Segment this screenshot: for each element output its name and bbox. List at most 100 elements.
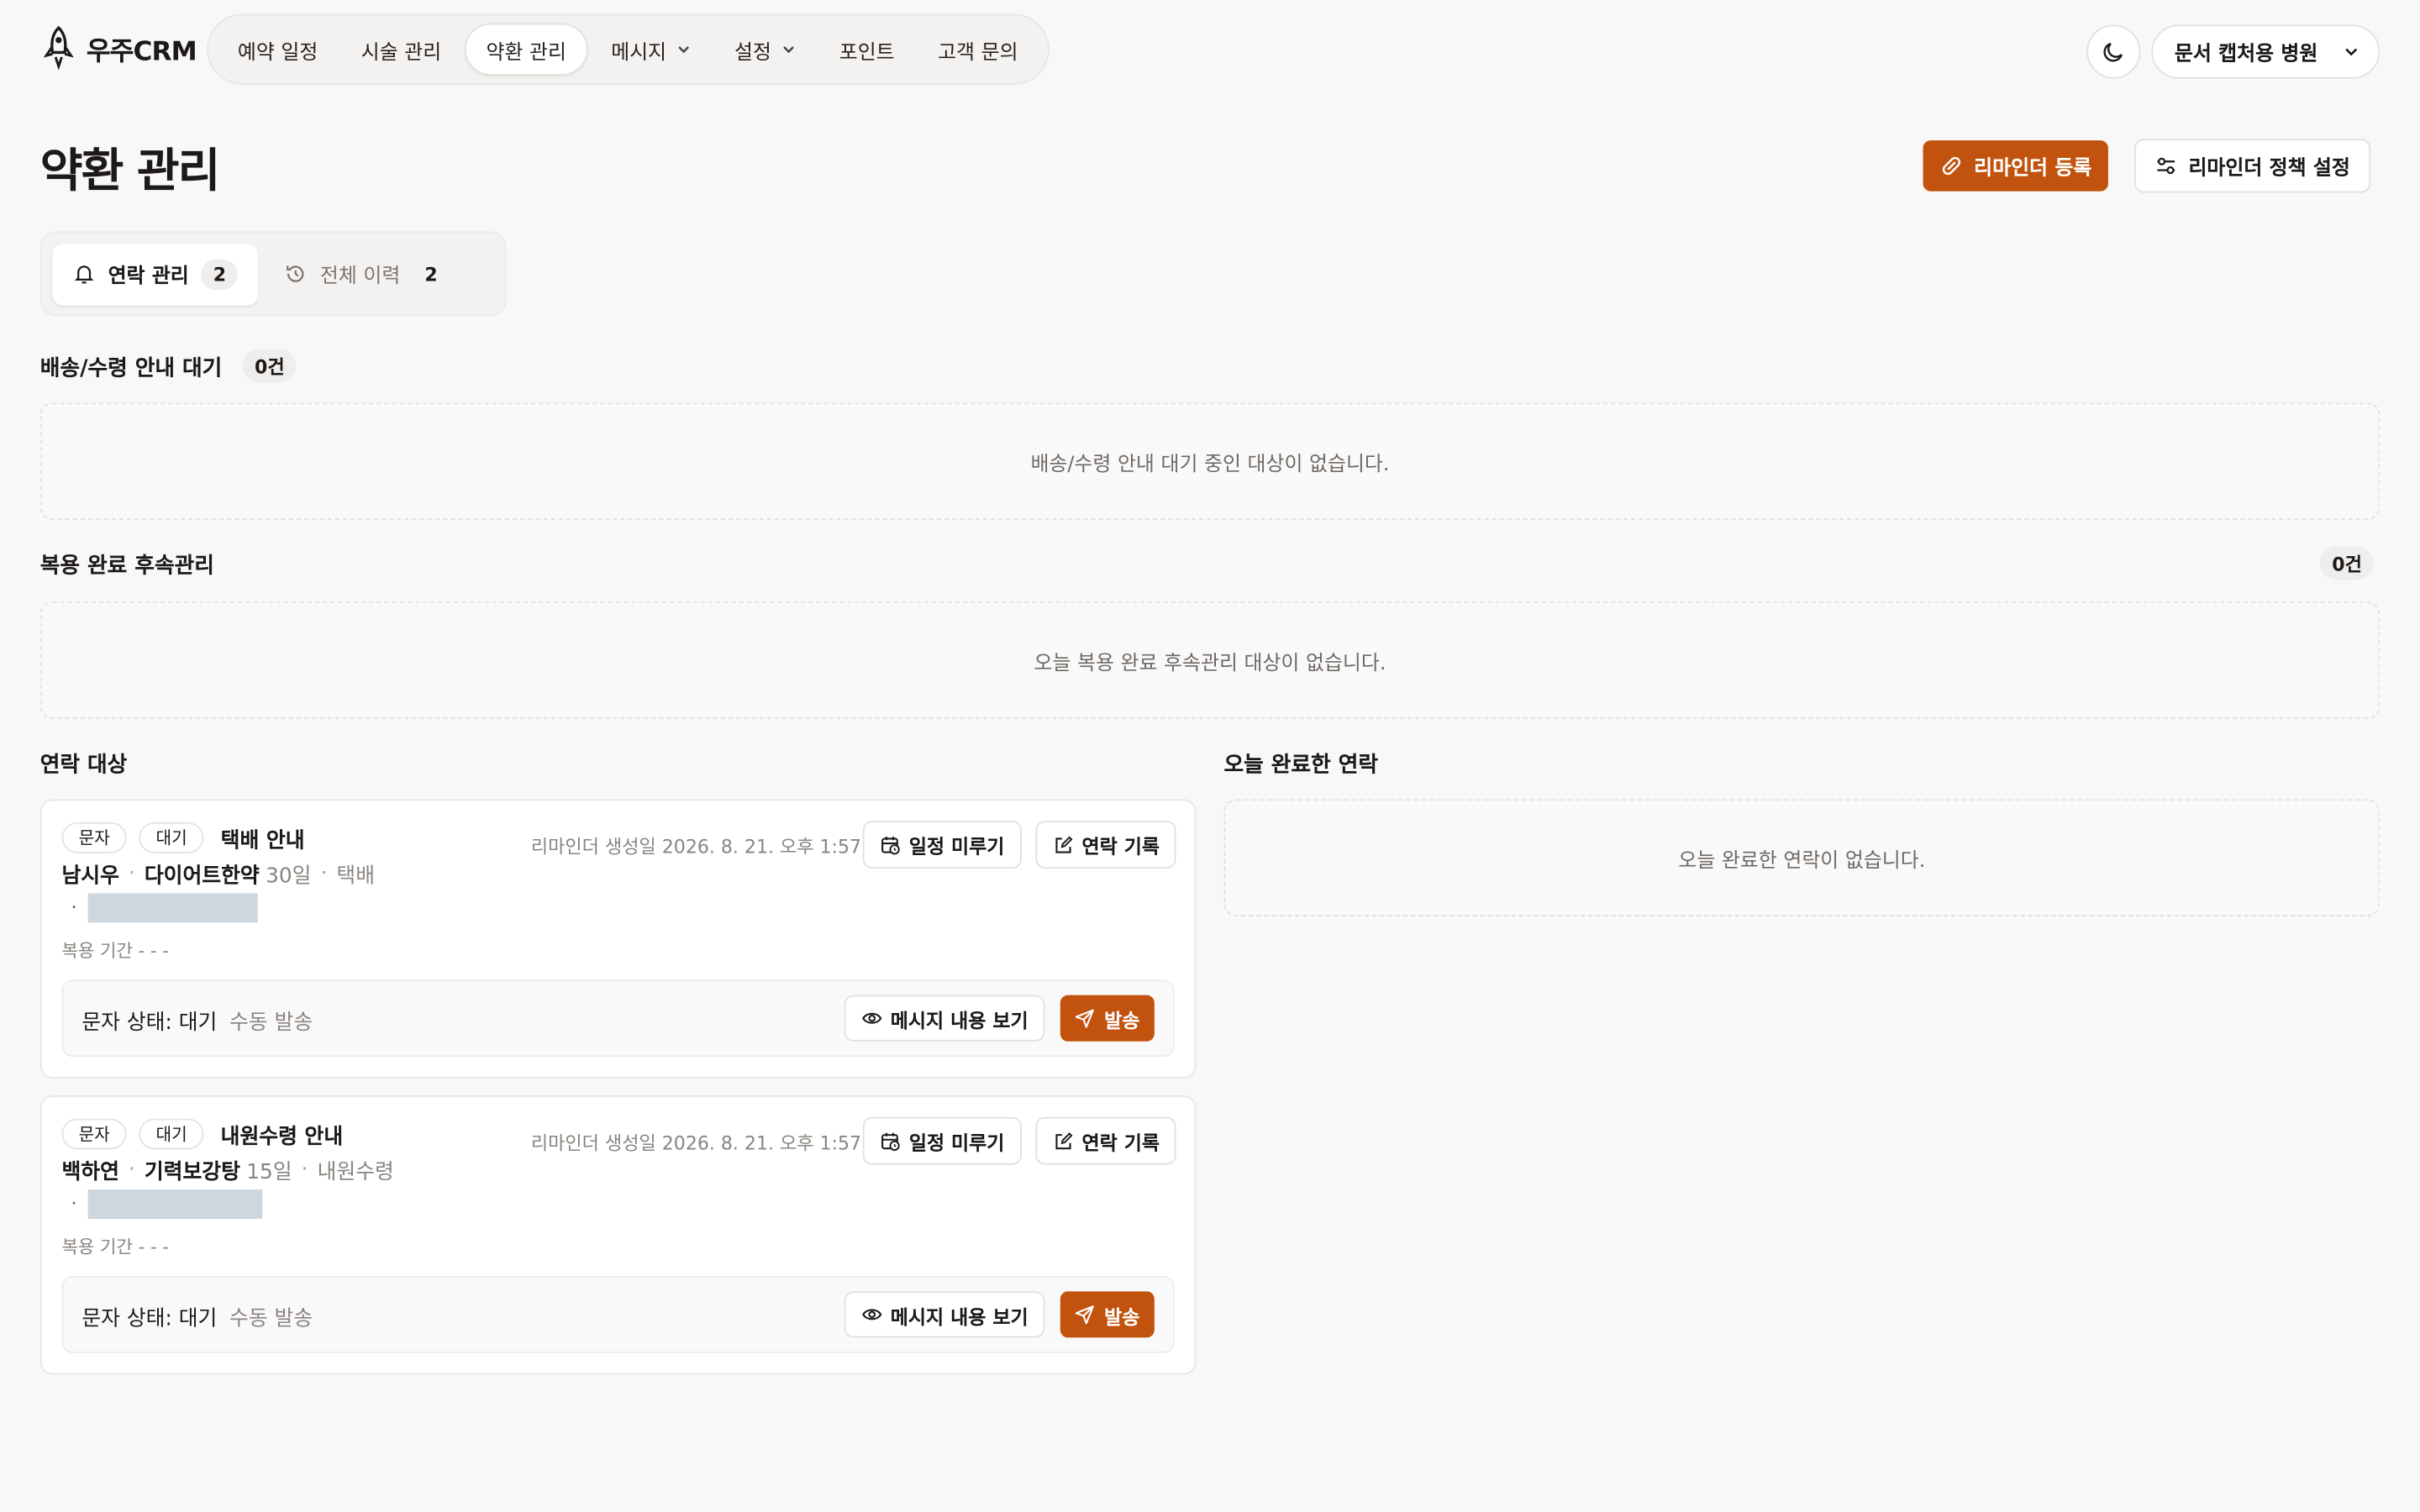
clinic-select[interactable]: 문서 캡처용 병원 <box>2151 24 2381 79</box>
tab-full-history[interactable]: 전체 이력 2 <box>265 243 470 304</box>
patient-name: 백하연 <box>61 1160 119 1185</box>
nav-item-messages[interactable]: 메시지 <box>591 24 711 76</box>
calendar-clock-icon <box>881 836 900 854</box>
nav-label: 예약 일정 <box>237 40 318 65</box>
medicine-days: 30일 <box>266 864 312 889</box>
tab-contact-management[interactable]: 연락 관리 2 <box>52 243 259 305</box>
medicine-days: 15일 <box>246 1160 292 1185</box>
reminder-type: 내원수령 안내 <box>220 1124 344 1150</box>
nav-label: 설정 <box>734 40 771 65</box>
nav-item-procedures[interactable]: 시술 관리 <box>341 24 461 76</box>
nav-label: 고객 문의 <box>938 40 1018 65</box>
separator: · <box>301 1157 308 1182</box>
postpone-button[interactable]: 일정 미루기 <box>862 1116 1022 1165</box>
patient-name: 남시우 <box>61 864 119 889</box>
separator: · <box>71 1192 77 1215</box>
view-message-button[interactable]: 메시지 내용 보기 <box>844 995 1045 1042</box>
medicine-name: 기력보강탕 <box>144 1160 240 1185</box>
tab-label: 연락 관리 <box>108 265 189 289</box>
delivery-empty-state: 배송/수령 안내 대기 중인 대상이 없습니다. <box>39 402 2381 520</box>
chevron-down-icon <box>782 46 794 54</box>
tab-count: 2 <box>424 263 438 285</box>
nav-item-inquiries[interactable]: 고객 문의 <box>918 24 1038 76</box>
redacted-phone <box>87 1189 263 1219</box>
separator: · <box>71 896 77 918</box>
chevron-down-icon <box>2345 48 2358 56</box>
contacts-section-title: 연락 대상 <box>39 753 128 778</box>
nav-label: 포인트 <box>839 40 895 65</box>
calendar-clock-icon <box>881 1131 900 1151</box>
followup-section-title: 복용 완료 후속관리 <box>39 554 214 579</box>
medicine-name: 다이어트한약 <box>144 864 260 889</box>
contact-card: 문자 대기 내원수령 안내 백하연 · 기력보강탕 15일 · 내원수령 · 복… <box>39 1095 1197 1375</box>
postpone-button[interactable]: 일정 미루기 <box>862 821 1022 869</box>
empty-message: 오늘 완료한 연락이 없습니다. <box>1678 849 1926 873</box>
top-header: 우주CRM 예약 일정 시술 관리 약환 관리 메시지 설정 포인트 고객 문의… <box>0 0 2420 99</box>
contact-record-label: 연락 기록 <box>1081 1131 1160 1154</box>
nav-item-herbal[interactable]: 약환 관리 <box>464 23 588 76</box>
contact-record-label: 연락 기록 <box>1081 834 1160 858</box>
followup-count-badge: 0건 <box>2319 546 2375 580</box>
register-reminder-button[interactable]: 리마인더 등록 <box>1923 140 2109 192</box>
send-button[interactable]: 발송 <box>1060 995 1155 1042</box>
separator: · <box>128 860 135 886</box>
view-message-label: 메시지 내용 보기 <box>890 1008 1028 1032</box>
postpone-label: 일정 미루기 <box>908 834 1005 858</box>
view-message-label: 메시지 내용 보기 <box>890 1304 1028 1328</box>
manual-send-label: 수동 발송 <box>229 1011 313 1036</box>
send-label: 발송 <box>1104 1008 1140 1032</box>
bell-icon <box>74 265 94 284</box>
reminder-type: 택배 안내 <box>220 828 305 853</box>
reminder-policy-button[interactable]: 리마인더 정책 설정 <box>2134 139 2370 193</box>
page-title: 약환 관리 <box>39 144 221 199</box>
delivery-section-title: 배송/수령 안내 대기 <box>39 356 223 381</box>
delivery-method: 택배 <box>336 864 376 889</box>
edit-icon <box>1055 1131 1073 1149</box>
status-badge: 대기 <box>139 822 204 853</box>
postpone-label: 일정 미루기 <box>908 1131 1005 1154</box>
tab-bar: 연락 관리 2 전체 이력 2 <box>39 231 507 317</box>
chevron-down-icon <box>678 46 689 54</box>
sliders-icon <box>2157 157 2175 175</box>
reminder-policy-label: 리마인더 정책 설정 <box>2188 157 2350 181</box>
tab-count: 2 <box>201 258 239 290</box>
medication-period: 복용 기간 - - - <box>61 1236 169 1257</box>
pill-icon <box>1942 156 1961 176</box>
channel-badge: 문자 <box>61 822 128 853</box>
nav-label: 시술 관리 <box>360 40 442 65</box>
separator: · <box>128 1157 135 1182</box>
contact-record-button[interactable]: 연락 기록 <box>1035 1116 1177 1165</box>
rocket-icon <box>43 25 74 71</box>
nav-item-points[interactable]: 포인트 <box>819 24 915 76</box>
send-button[interactable]: 발송 <box>1060 1291 1155 1338</box>
sms-status-panel: 문자 상태: 대기 수동 발송 메시지 내용 보기 발송 <box>61 1275 1175 1353</box>
nav-item-settings[interactable]: 설정 <box>714 24 816 76</box>
patient-line: 백하연 · 기력보강탕 15일 · 내원수령 <box>61 1154 393 1185</box>
nav-item-reservations[interactable]: 예약 일정 <box>218 24 338 76</box>
view-message-button[interactable]: 메시지 내용 보기 <box>844 1291 1045 1338</box>
sms-status: 문자 상태: 대기 <box>82 1011 218 1036</box>
completed-empty-state: 오늘 완료한 연락이 없습니다. <box>1223 799 2381 916</box>
channel-badge: 문자 <box>61 1118 128 1150</box>
contact-card: 문자 대기 택배 안내 남시우 · 다이어트한약 30일 · 택배 · 복용 기… <box>39 799 1197 1079</box>
history-icon <box>287 265 305 282</box>
redacted-phone <box>87 893 258 923</box>
nav-label: 약환 관리 <box>486 40 566 65</box>
delivery-count-badge: 0건 <box>242 349 297 383</box>
theme-toggle-button[interactable] <box>2086 24 2141 79</box>
clinic-name: 문서 캡처용 병원 <box>2174 43 2318 66</box>
empty-message: 배송/수령 안내 대기 중인 대상이 없습니다. <box>1030 453 1390 476</box>
moon-icon <box>2103 42 2123 62</box>
nav-label: 메시지 <box>611 40 667 65</box>
tab-label: 전체 이력 <box>319 265 401 289</box>
edit-icon <box>1055 835 1073 853</box>
reminder-created-date: 리마인더 생성일 2026. 8. 21. 오후 1:57 <box>530 1132 862 1154</box>
contact-record-button[interactable]: 연락 기록 <box>1035 821 1177 869</box>
completed-section-title: 오늘 완료한 연락 <box>1223 753 1379 778</box>
medication-period: 복용 기간 - - - <box>61 939 169 962</box>
send-label: 발송 <box>1104 1304 1140 1328</box>
main-nav: 예약 일정 시술 관리 약환 관리 메시지 설정 포인트 고객 문의 <box>207 13 1050 86</box>
eye-icon <box>862 1012 882 1024</box>
patient-line: 남시우 · 다이어트한약 30일 · 택배 <box>61 858 375 889</box>
logo[interactable]: 우주CRM <box>40 24 197 71</box>
